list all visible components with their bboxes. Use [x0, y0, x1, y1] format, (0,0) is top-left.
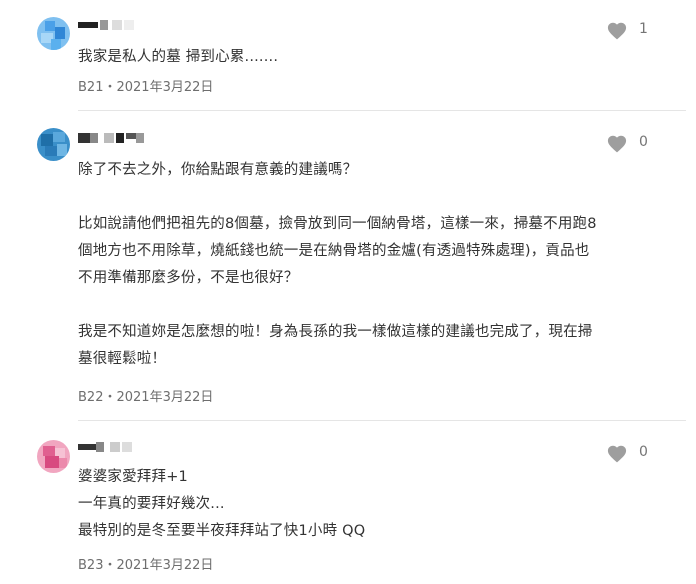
meta-separator: ・ — [103, 558, 117, 573]
comment-meta: B23・2021年3月22日 — [78, 554, 213, 573]
like-count: 0 — [639, 444, 648, 460]
comment-meta: B21・2021年3月22日 — [78, 76, 213, 95]
avatar[interactable] — [37, 440, 70, 473]
like-button[interactable]: 1 — [606, 18, 654, 42]
comment-meta: B22・2021年3月22日 — [78, 386, 213, 405]
avatar[interactable] — [37, 17, 70, 50]
floor-number[interactable]: B23 — [78, 558, 103, 573]
heart-icon — [607, 135, 627, 153]
like-button[interactable]: 0 — [606, 441, 654, 465]
meta-separator: ・ — [103, 80, 117, 95]
like-count: 1 — [639, 21, 648, 37]
avatar[interactable] — [37, 128, 70, 161]
comment-b23: 婆婆家愛拜拜+1 一年真的要拜好幾次... 最特別的是冬至要半夜拜拜站了快1小時… — [0, 420, 696, 584]
comment-text: 除了不去之外，你給點跟有意義的建議嗎？ 比如說請他們把祖先的8個墓，撿骨放到同一… — [78, 162, 597, 367]
comment-date: 2021年3月22日 — [116, 80, 214, 95]
floor-number[interactable]: B22 — [78, 390, 103, 405]
comment-text: 我家是私人的墓 掃到心累....... — [78, 49, 279, 65]
comment-text: 婆婆家愛拜拜+1 一年真的要拜好幾次... 最特別的是冬至要半夜拜拜站了快1小時… — [78, 469, 366, 539]
like-button[interactable]: 0 — [606, 131, 654, 155]
comment-date: 2021年3月22日 — [116, 390, 214, 405]
like-count: 0 — [639, 134, 648, 150]
heart-icon — [607, 22, 627, 40]
comment-b21: 我家是私人的墓 掃到心累....... B21・2021年3月22日 1 — [0, 0, 696, 110]
meta-separator: ・ — [103, 390, 117, 405]
heart-icon — [607, 445, 627, 463]
comment-date: 2021年3月22日 — [116, 558, 214, 573]
floor-number[interactable]: B21 — [78, 80, 103, 95]
comment-b22: 除了不去之外，你給點跟有意義的建議嗎？ 比如說請他們把祖先的8個墓，撿骨放到同一… — [0, 110, 696, 420]
